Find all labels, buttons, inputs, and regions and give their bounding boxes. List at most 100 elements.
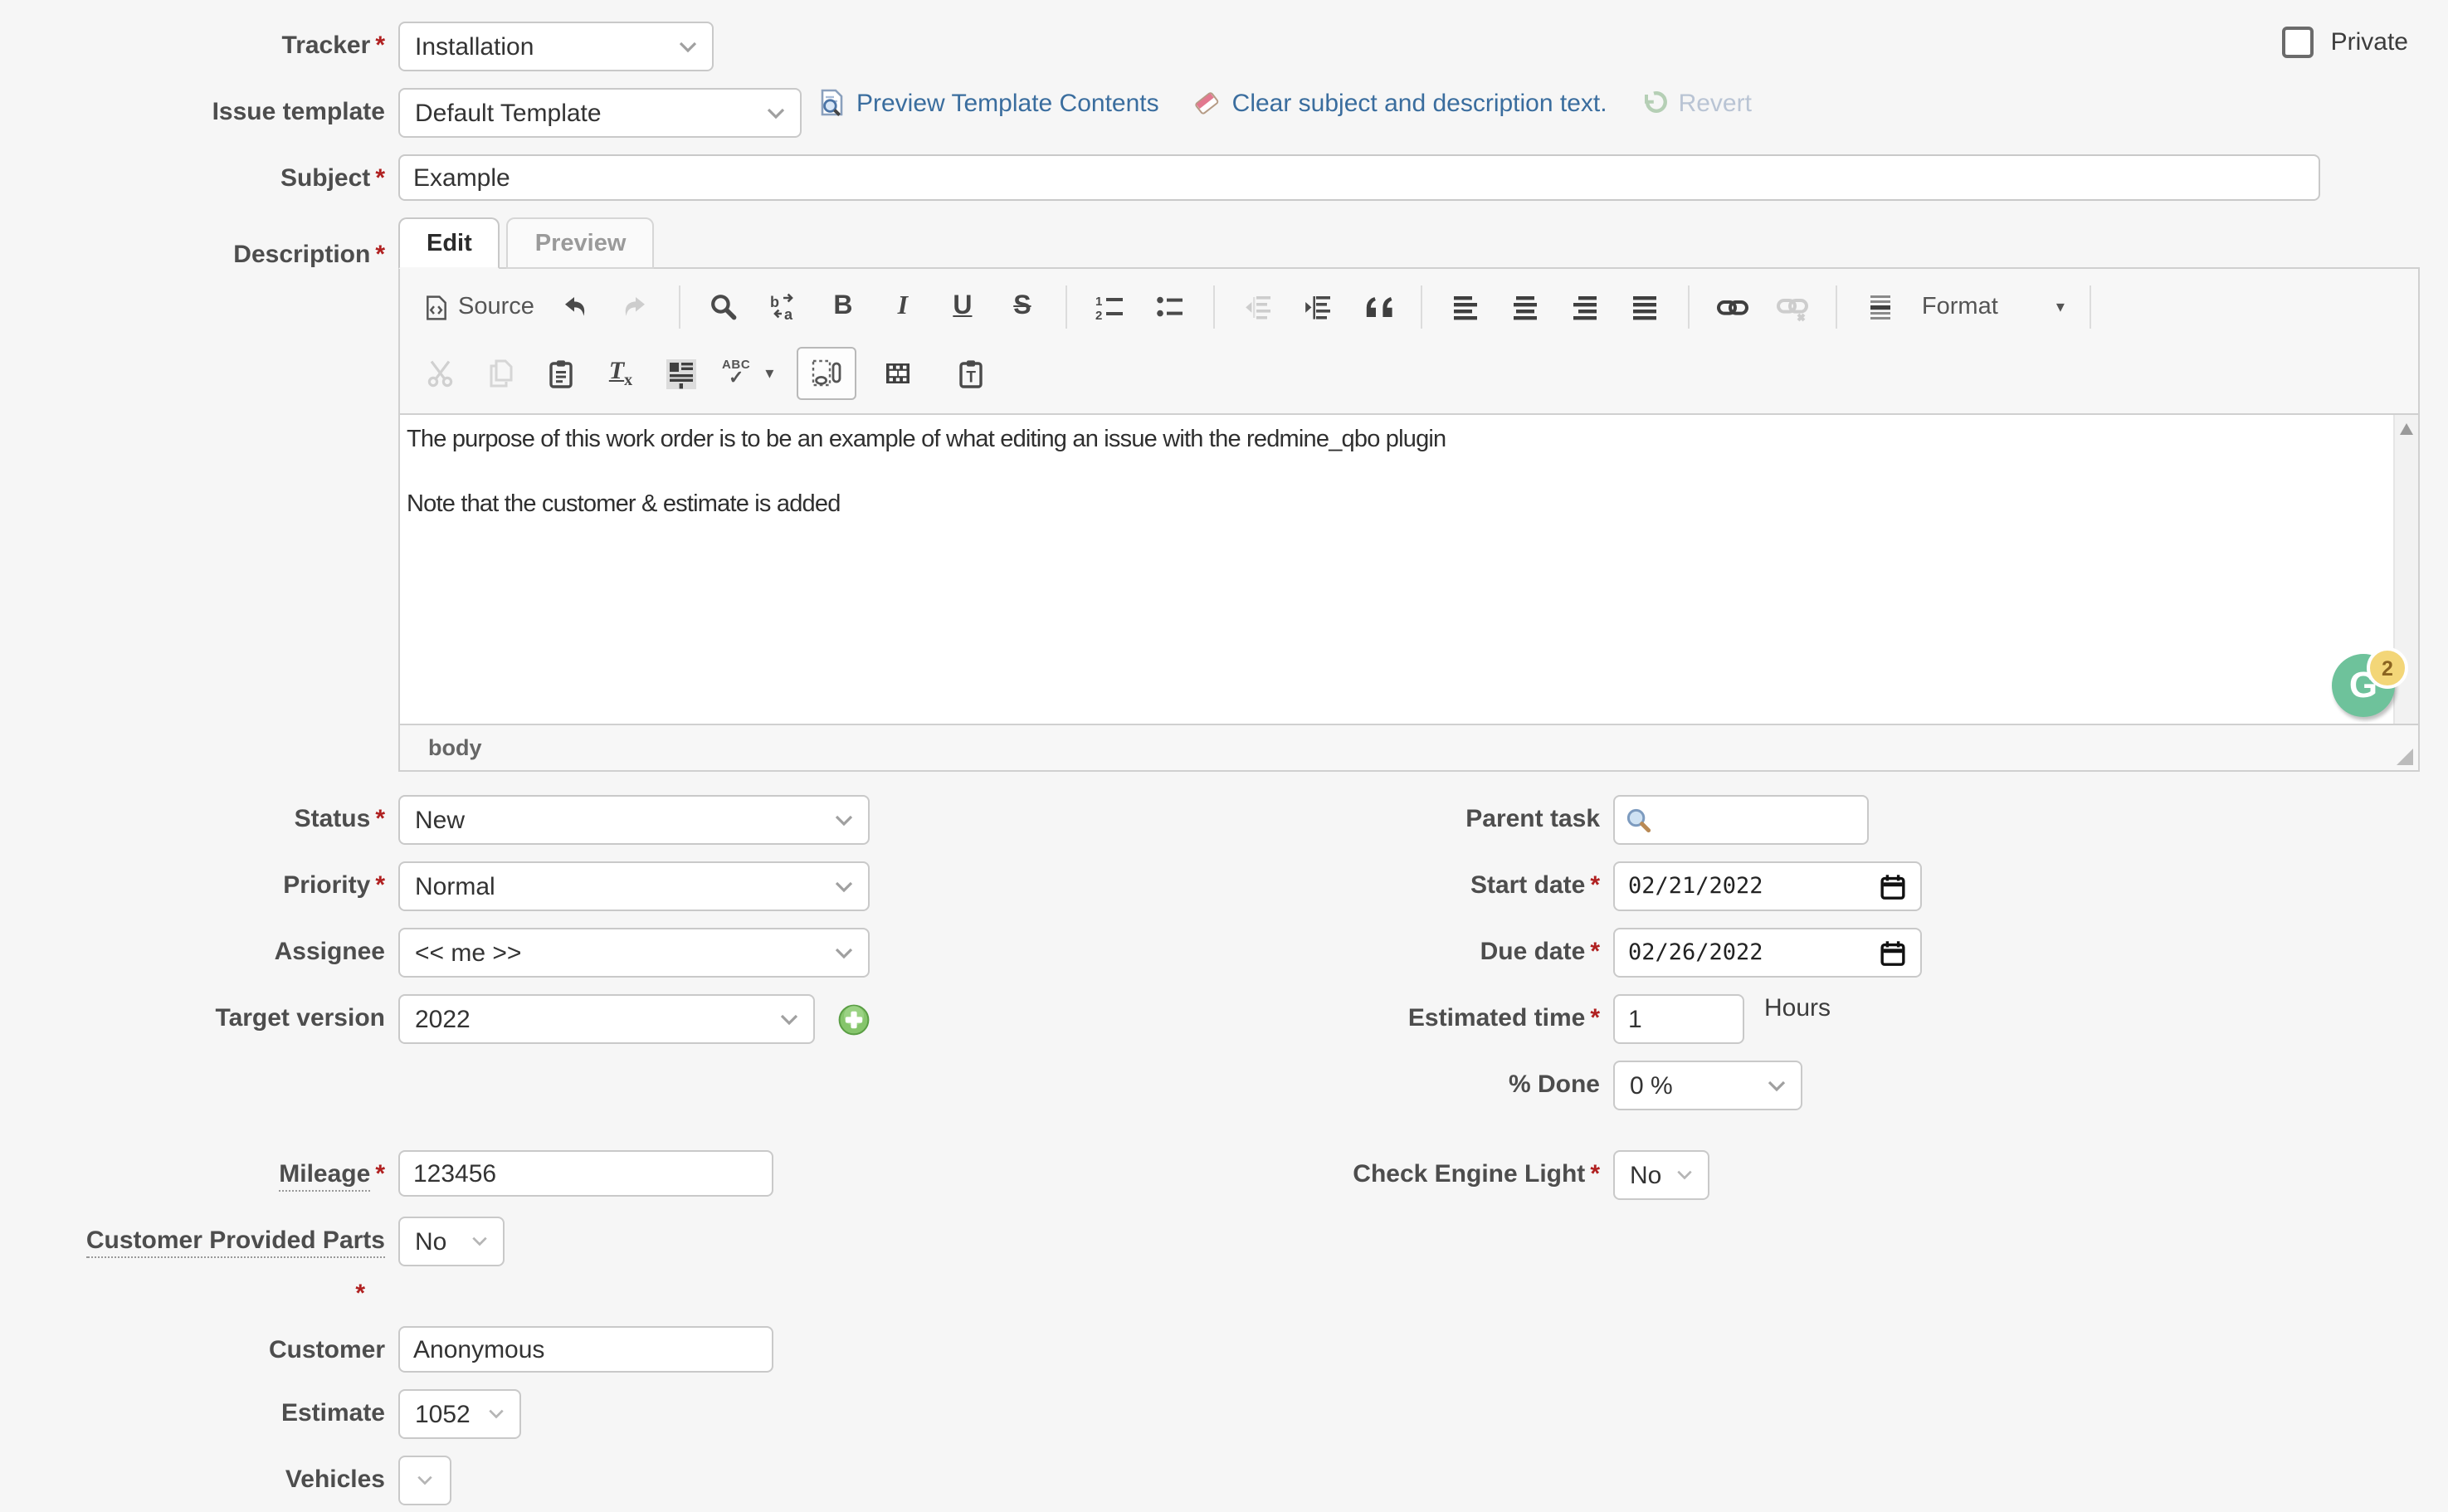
percent-done-value: 0 % <box>1630 1071 1673 1100</box>
widget-button[interactable] <box>797 347 856 400</box>
customer-provided-parts-value: No <box>415 1227 446 1256</box>
italic-icon: I <box>898 292 908 322</box>
remove-format-button[interactable]: Tx <box>592 349 649 398</box>
target-version-value: 2022 <box>415 1005 471 1033</box>
blockquote-icon <box>1361 292 1394 322</box>
check-engine-light-select[interactable]: No <box>1613 1150 1709 1200</box>
estimated-time-input[interactable] <box>1613 994 1744 1044</box>
tab-edit[interactable]: Edit <box>398 217 500 269</box>
resize-handle-icon[interactable] <box>2397 749 2413 765</box>
replace-icon: ba <box>768 292 798 322</box>
align-right-button[interactable] <box>1557 282 1613 332</box>
chevron-down-icon <box>1768 1080 1786 1091</box>
source-button[interactable]: Source <box>413 282 544 332</box>
priority-select[interactable]: Normal <box>398 861 870 911</box>
copy-button[interactable] <box>473 349 529 398</box>
align-right-icon <box>1570 292 1600 322</box>
spell-check-button[interactable]: ABC ✓ ▾ <box>712 349 783 398</box>
bulleted-list-button[interactable] <box>1142 282 1198 332</box>
assignee-select[interactable]: << me >> <box>398 928 870 978</box>
grammarly-badge: 2 <box>2367 647 2408 689</box>
status-label: Status* <box>0 795 398 835</box>
tracker-select[interactable]: Installation <box>398 22 714 71</box>
check-engine-light-value: No <box>1630 1161 1661 1189</box>
paste-button[interactable] <box>533 349 589 398</box>
priority-label: Priority* <box>0 861 398 901</box>
description-row: Description* Edit Preview Source <box>0 217 2448 772</box>
percent-done-label: % Done <box>870 1061 1613 1100</box>
chevron-down-icon <box>471 1236 488 1246</box>
underline-button[interactable]: U <box>934 282 991 332</box>
link-button[interactable] <box>1704 282 1761 332</box>
element-path[interactable]: body <box>428 735 482 760</box>
italic-button[interactable]: I <box>875 282 931 332</box>
editor-content-area[interactable]: The purpose of this work order is to be … <box>400 415 2418 724</box>
bulleted-list-icon <box>1155 292 1185 322</box>
paste-from-word-button[interactable] <box>652 349 709 398</box>
parent-task-label: Parent task <box>870 795 1613 835</box>
required-asterisk: * <box>1590 1160 1600 1188</box>
align-left-button[interactable] <box>1437 282 1494 332</box>
estimated-time-label: Estimated time* <box>870 994 1613 1034</box>
bold-icon: B <box>833 292 852 322</box>
outdent-button[interactable] <box>1230 282 1286 332</box>
paste-text-button[interactable]: T <box>943 349 999 398</box>
search-icon <box>1625 806 1653 834</box>
target-version-select[interactable]: 2022 <box>398 994 815 1044</box>
div-container-button[interactable] <box>1852 282 1909 332</box>
toolbar-row-1: Source ba B I U S 12 <box>413 274 2405 340</box>
strikethrough-button[interactable]: S <box>994 282 1051 332</box>
subject-input[interactable] <box>398 154 2320 201</box>
numbered-list-button[interactable]: 12 <box>1082 282 1139 332</box>
preview-template-link[interactable]: Preview Template Contents <box>856 89 1159 117</box>
issue-template-select[interactable]: Default Template <box>398 88 802 138</box>
source-icon <box>423 293 450 321</box>
start-date-input[interactable]: 02/21/2022 <box>1613 861 1922 911</box>
bold-button[interactable]: B <box>815 282 871 332</box>
private-checkbox[interactable] <box>2283 27 2314 58</box>
mileage-input[interactable] <box>398 1150 773 1197</box>
toolbar-separator <box>1688 285 1690 329</box>
toolbar-separator <box>1066 285 1067 329</box>
tab-preview[interactable]: Preview <box>507 217 655 269</box>
required-asterisk: * <box>375 805 385 833</box>
customer-provided-parts-select[interactable]: No <box>398 1217 505 1266</box>
due-date-input[interactable]: 02/26/2022 <box>1613 928 1922 978</box>
format-dropdown[interactable]: Format ▾ <box>1912 282 2075 332</box>
undo-button[interactable] <box>548 282 604 332</box>
chevron-down-icon <box>767 107 785 119</box>
svg-text:a: a <box>784 306 793 322</box>
vehicles-select[interactable] <box>398 1456 451 1505</box>
paste-icon <box>546 358 576 388</box>
estimate-select[interactable]: 1052 <box>398 1389 521 1439</box>
blockquote-button[interactable] <box>1349 282 1406 332</box>
redo-button[interactable] <box>607 282 664 332</box>
required-asterisk: * <box>375 164 385 193</box>
customer-input[interactable] <box>398 1326 773 1373</box>
find-button[interactable] <box>695 282 752 332</box>
redo-icon <box>620 292 651 322</box>
align-justify-icon <box>1630 292 1660 322</box>
add-version-button[interactable] <box>838 1003 870 1035</box>
percent-done-select[interactable]: 0 % <box>1613 1061 1802 1110</box>
status-select[interactable]: New <box>398 795 870 845</box>
clear-subject-description-link[interactable]: Clear subject and description text. <box>1232 89 1607 117</box>
align-center-button[interactable] <box>1497 282 1553 332</box>
status-value: New <box>415 806 465 834</box>
replace-button[interactable]: ba <box>755 282 812 332</box>
targetversion-estimatedtime-row: Target version 2022 Estimated time* Hour… <box>0 994 2448 1044</box>
cut-button[interactable] <box>413 349 470 398</box>
media-button[interactable] <box>870 349 926 398</box>
indent-icon <box>1303 292 1333 322</box>
align-justify-button[interactable] <box>1617 282 1673 332</box>
check-engine-light-label: Check Engine Light* <box>870 1150 1613 1190</box>
strikethrough-icon: S <box>1013 292 1031 322</box>
status-parent-row: Status* New Parent task <box>0 795 2448 845</box>
indent-button[interactable] <box>1290 282 1346 332</box>
parent-task-input[interactable] <box>1613 795 1869 845</box>
revert-link[interactable]: Revert <box>1679 89 1752 117</box>
grammarly-widget[interactable]: G 2 <box>2332 647 2408 720</box>
unlink-button[interactable] <box>1764 282 1821 332</box>
calendar-icon <box>1879 939 1907 967</box>
vehicles-row: Vehicles <box>0 1456 2448 1505</box>
